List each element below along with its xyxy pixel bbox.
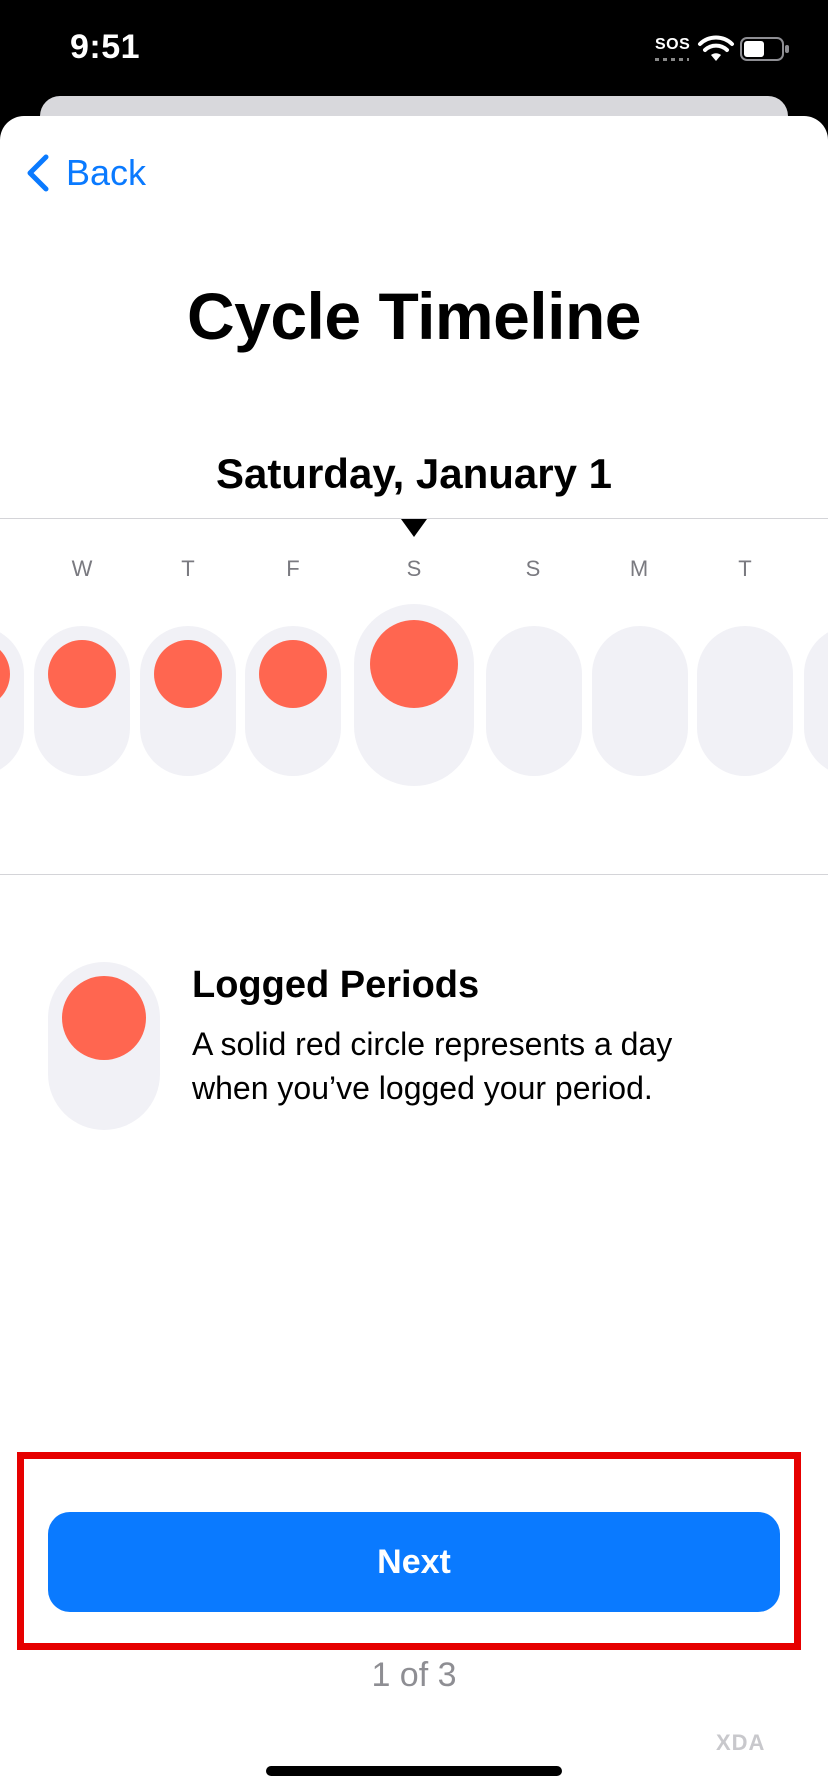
logged-period-dot [154, 640, 222, 708]
back-label: Back [66, 152, 147, 193]
selected-date: Saturday, January 1 [215, 450, 613, 497]
logged-period-dot [0, 640, 10, 708]
logged-period-dot [259, 640, 327, 708]
cellular-signal-icon [655, 58, 689, 61]
day-pill[interactable] [245, 626, 341, 776]
selection-pointer-icon [401, 519, 427, 537]
divider [0, 874, 828, 875]
legend-pill [48, 962, 160, 1130]
legend-description: A solid red circle represents a day when… [192, 1026, 673, 1106]
sos-indicator: SOS [655, 36, 691, 53]
next-button[interactable]: Next [48, 1512, 780, 1612]
status-bar: 9:51 SOS [0, 0, 828, 100]
day-letter: S [525, 556, 541, 581]
wifi-icon [698, 35, 734, 61]
logged-period-dot [48, 640, 116, 708]
page-title: Cycle Timeline [186, 279, 642, 353]
day-letter: W [71, 556, 93, 581]
battery-icon [740, 37, 789, 61]
cycle-timeline-sheet: Back Cycle Timeline Saturday, January 1 … [0, 116, 828, 1792]
day-pill[interactable] [34, 626, 130, 776]
legend-title: Logged Periods [192, 964, 480, 1006]
day-pill[interactable] [592, 626, 688, 776]
day-letter: M [629, 556, 649, 581]
back-button[interactable]: Back [24, 152, 146, 194]
logged-period-dot [370, 620, 458, 708]
status-time: 9:51 [70, 28, 141, 66]
chevron-left-icon [27, 154, 49, 192]
day-pill[interactable] [0, 626, 24, 776]
page-indicator: 1 of 3 [371, 1656, 457, 1694]
day-letter: T [181, 556, 195, 581]
logged-period-dot [62, 976, 146, 1060]
day-letter: S [406, 556, 422, 581]
day-pill-selected[interactable] [354, 604, 474, 786]
day-pill[interactable] [804, 626, 828, 776]
home-indicator[interactable] [266, 1766, 562, 1776]
day-letter: T [738, 556, 752, 581]
xda-watermark: XDA [716, 1730, 766, 1755]
day-pill[interactable] [140, 626, 236, 776]
day-pill[interactable] [697, 626, 793, 776]
day-pill[interactable] [486, 626, 582, 776]
day-letter: F [286, 556, 300, 581]
